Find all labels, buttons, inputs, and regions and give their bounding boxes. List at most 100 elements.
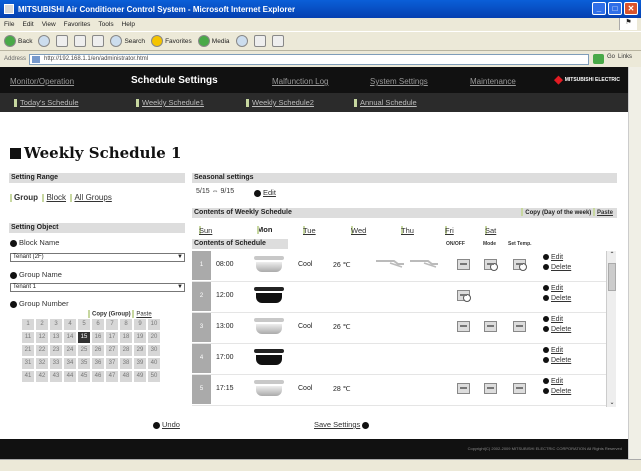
group-number-cell[interactable]: 45 bbox=[78, 371, 90, 382]
group-number-cell[interactable]: 22 bbox=[36, 345, 48, 356]
group-number-cell[interactable]: 27 bbox=[106, 345, 118, 356]
group-number-cell[interactable]: 26 bbox=[92, 345, 104, 356]
tab-thu[interactable]: Thu bbox=[401, 226, 414, 235]
subnav-weekly-schedule1[interactable]: Weekly Schedule1 bbox=[136, 98, 204, 107]
range-group[interactable]: Group bbox=[14, 193, 38, 202]
group-number-cell[interactable]: 37 bbox=[106, 358, 118, 369]
print-button[interactable] bbox=[271, 35, 284, 47]
scroll-up-icon[interactable]: ⌃ bbox=[608, 251, 616, 259]
subnav-todays-schedule[interactable]: Today's Schedule bbox=[14, 98, 79, 107]
minimize-button[interactable]: _ bbox=[592, 2, 606, 15]
group-number-cell[interactable]: 44 bbox=[64, 371, 76, 382]
group-number-cell[interactable]: 1 bbox=[22, 319, 34, 330]
row-delete-link[interactable]: Delete bbox=[551, 264, 571, 271]
tab-mon[interactable]: Mon bbox=[257, 225, 272, 234]
group-number-cell[interactable]: 24 bbox=[64, 345, 76, 356]
group-number-cell[interactable]: 23 bbox=[50, 345, 62, 356]
tab-tue[interactable]: Tue bbox=[303, 226, 316, 235]
group-number-cell[interactable]: 39 bbox=[134, 358, 146, 369]
row-edit-link[interactable]: Edit bbox=[551, 254, 563, 261]
group-number-cell[interactable]: 40 bbox=[148, 358, 160, 369]
row-edit-link[interactable]: Edit bbox=[551, 378, 563, 385]
menu-tools[interactable]: Tools bbox=[98, 21, 113, 28]
history-button[interactable] bbox=[235, 35, 248, 47]
group-number-cell[interactable]: 8 bbox=[120, 319, 132, 330]
group-number-cell[interactable]: 33 bbox=[50, 358, 62, 369]
forward-button[interactable] bbox=[38, 35, 51, 47]
range-block[interactable]: Block bbox=[46, 193, 66, 202]
group-number-cell[interactable]: 43 bbox=[50, 371, 62, 382]
menu-edit[interactable]: Edit bbox=[22, 21, 33, 28]
group-number-cell[interactable]: 30 bbox=[148, 345, 160, 356]
scroll-thumb[interactable] bbox=[608, 263, 616, 291]
group-number-cell[interactable]: 12 bbox=[36, 332, 48, 343]
close-button[interactable]: ✕ bbox=[624, 2, 638, 15]
group-number-cell[interactable]: 21 bbox=[22, 345, 34, 356]
group-number-cell[interactable]: 36 bbox=[92, 358, 104, 369]
group-number-cell[interactable]: 41 bbox=[22, 371, 34, 382]
tab-fri[interactable]: Fri bbox=[445, 226, 454, 235]
group-number-cell[interactable]: 7 bbox=[106, 319, 118, 330]
group-number-cell[interactable]: 35 bbox=[78, 358, 90, 369]
tab-wed[interactable]: Wed bbox=[351, 226, 366, 235]
stop-button[interactable] bbox=[56, 35, 69, 47]
row-edit-link[interactable]: Edit bbox=[551, 347, 563, 354]
subnav-weekly-schedule2[interactable]: Weekly Schedule2 bbox=[246, 98, 314, 107]
group-number-cell[interactable]: 50 bbox=[148, 371, 160, 382]
maximize-button[interactable]: □ bbox=[608, 2, 622, 15]
group-number-cell[interactable]: 2 bbox=[36, 319, 48, 330]
group-number-cell[interactable]: 5 bbox=[78, 319, 90, 330]
row-edit-link[interactable]: Edit bbox=[551, 316, 563, 323]
undo-link[interactable]: Undo bbox=[162, 420, 180, 429]
row-delete-link[interactable]: Delete bbox=[551, 326, 571, 333]
subnav-annual-schedule[interactable]: Annual Schedule bbox=[354, 98, 417, 107]
address-input[interactable]: http://192.168.1.1/en/administrator.html bbox=[29, 53, 590, 65]
group-number-cell[interactable]: 9 bbox=[134, 319, 146, 330]
row-edit-link[interactable]: Edit bbox=[551, 285, 563, 292]
range-all-groups[interactable]: All Groups bbox=[74, 193, 111, 202]
schedule-scrollbar[interactable]: ⌃ ⌄ bbox=[606, 251, 616, 407]
refresh-button[interactable] bbox=[74, 35, 87, 47]
tab-sat[interactable]: Sat bbox=[485, 226, 496, 235]
row-delete-link[interactable]: Delete bbox=[551, 357, 571, 364]
group-number-cell[interactable]: 31 bbox=[22, 358, 34, 369]
group-number-cell[interactable]: 15 bbox=[78, 332, 90, 343]
group-number-cell[interactable]: 17 bbox=[106, 332, 118, 343]
back-button[interactable]: Back bbox=[4, 35, 32, 47]
favorites-button[interactable]: Favorites bbox=[151, 35, 192, 47]
search-button[interactable]: Search bbox=[110, 35, 145, 47]
group-number-cell[interactable]: 42 bbox=[36, 371, 48, 382]
group-number-cell[interactable]: 3 bbox=[50, 319, 62, 330]
group-number-cell[interactable]: 29 bbox=[134, 345, 146, 356]
nav-schedule-settings[interactable]: Schedule Settings bbox=[131, 75, 218, 86]
nav-system-settings[interactable]: System Settings bbox=[370, 77, 428, 86]
group-number-cell[interactable]: 34 bbox=[64, 358, 76, 369]
group-number-cell[interactable]: 14 bbox=[64, 332, 76, 343]
paste-group-link[interactable]: Paste bbox=[136, 312, 151, 318]
home-button[interactable] bbox=[92, 35, 105, 47]
row-delete-link[interactable]: Delete bbox=[551, 295, 571, 302]
tab-sun[interactable]: Sun bbox=[199, 226, 212, 235]
links-button[interactable]: Links bbox=[618, 54, 632, 64]
seasonal-edit-link[interactable]: Edit bbox=[263, 188, 276, 197]
page-scrollbar[interactable] bbox=[628, 67, 641, 459]
menu-view[interactable]: View bbox=[42, 21, 56, 28]
group-number-cell[interactable]: 19 bbox=[134, 332, 146, 343]
copy-day-link[interactable]: Copy (Day of the week) bbox=[525, 210, 591, 216]
group-name-select[interactable]: Tenant 1 ▼ bbox=[10, 283, 185, 292]
group-number-cell[interactable]: 4 bbox=[64, 319, 76, 330]
group-number-cell[interactable]: 6 bbox=[92, 319, 104, 330]
copy-group-link[interactable]: Copy (Group) bbox=[92, 312, 131, 318]
nav-maintenance[interactable]: Maintenance bbox=[470, 77, 516, 86]
group-number-cell[interactable]: 25 bbox=[78, 345, 90, 356]
media-button[interactable]: Media bbox=[197, 35, 230, 47]
menu-favorites[interactable]: Favorites bbox=[64, 21, 91, 28]
group-number-cell[interactable]: 38 bbox=[120, 358, 132, 369]
group-number-cell[interactable]: 18 bbox=[120, 332, 132, 343]
mail-button[interactable] bbox=[253, 35, 266, 47]
go-button[interactable]: Go bbox=[607, 54, 615, 64]
group-number-cell[interactable]: 48 bbox=[120, 371, 132, 382]
group-number-cell[interactable]: 28 bbox=[120, 345, 132, 356]
nav-malfunction-log[interactable]: Malfunction Log bbox=[272, 77, 328, 86]
block-name-select[interactable]: Tenant (2F) ▼ bbox=[10, 253, 185, 262]
